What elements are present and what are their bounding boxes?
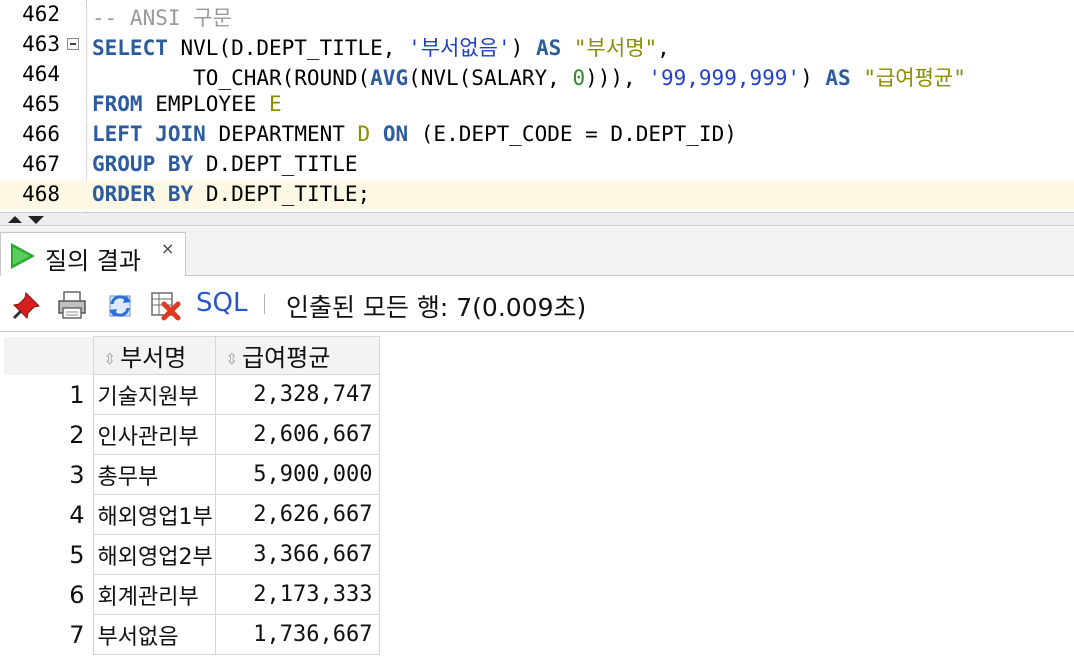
row-number: 3	[4, 454, 93, 495]
code-text: TO_CHAR(ROUND(AVG(NVL(SALARY, 0))), '99,…	[92, 66, 966, 90]
refresh-icon[interactable]	[104, 290, 134, 320]
table-row[interactable]: 1 기술지원부 2,328,747	[4, 374, 380, 415]
line-number: 465	[22, 92, 60, 116]
line-number: 463	[22, 32, 60, 56]
row-number: 1	[4, 374, 93, 415]
code-line[interactable]: 463 SELECT NVL(D.DEPT_TITLE, '부서없음') AS …	[0, 30, 1074, 60]
splitter-up-arrow-icon[interactable]	[8, 216, 22, 223]
cell-avg[interactable]: 5,900,000	[214, 454, 380, 495]
tab-label: 질의 결과	[45, 247, 141, 275]
row-number-header	[4, 336, 93, 375]
result-table: ⇳ 부서명 ⇳ 급여평균 1 기술지원부 2,328,747 2 인사관리부 2,6…	[4, 336, 380, 655]
line-number: 464	[22, 62, 60, 86]
splitter-down-arrow-icon[interactable]	[28, 216, 44, 224]
fetch-status-text: 인출된 모든 행: 7(0.009초)	[286, 293, 587, 322]
column-header-dept[interactable]: ⇳ 부서명	[92, 336, 216, 375]
code-line-current[interactable]: 468 ORDER BY D.DEPT_TITLE;	[0, 180, 1074, 210]
cell-avg[interactable]: 2,626,667	[214, 494, 380, 535]
table-row[interactable]: 2 인사관리부 2,606,667	[4, 414, 380, 455]
line-number: 467	[22, 152, 60, 176]
code-comment: -- ANSI 구문	[92, 6, 232, 30]
result-grid[interactable]: ⇳ 부서명 ⇳ 급여평균 1 기술지원부 2,328,747 2 인사관리부 2,6…	[0, 332, 1074, 660]
run-play-icon-highlight	[13, 247, 30, 265]
row-number: 2	[4, 414, 93, 455]
table-row[interactable]: 5 해외영업2부 3,366,667	[4, 534, 380, 575]
sql-button[interactable]: SQL	[196, 288, 247, 318]
tab-query-result[interactable]: 질의 결과 ×	[0, 232, 186, 276]
code-text: ORDER BY D.DEPT_TITLE;	[92, 182, 371, 206]
print-icon[interactable]	[56, 290, 86, 320]
tab-close-icon[interactable]: ×	[161, 239, 174, 258]
cell-dept[interactable]: 총무부	[92, 454, 216, 495]
row-number: 6	[4, 574, 93, 615]
sql-editor[interactable]: 462 -- ANSI 구문 463 SELECT NVL(D.DEPT_TIT…	[0, 0, 1074, 212]
sort-icon[interactable]: ⇳	[226, 351, 239, 367]
line-number: 468	[22, 182, 60, 206]
result-tabbar: 질의 결과 ×	[0, 226, 1074, 276]
cell-dept[interactable]: 해외영업1부	[92, 494, 216, 535]
cell-dept[interactable]: 인사관리부	[92, 414, 216, 455]
pane-splitter[interactable]	[0, 212, 1074, 226]
cell-dept[interactable]: 기술지원부	[92, 374, 216, 415]
cell-dept[interactable]: 회계관리부	[92, 574, 216, 615]
sort-icon[interactable]: ⇳	[104, 351, 117, 367]
code-line[interactable]: 466 LEFT JOIN DEPARTMENT D ON (E.DEPT_CO…	[0, 120, 1074, 150]
code-line[interactable]: 465 FROM EMPLOYEE E	[0, 90, 1074, 120]
cell-avg[interactable]: 2,173,333	[214, 574, 380, 615]
cell-avg[interactable]: 3,366,667	[214, 534, 380, 575]
cell-avg[interactable]: 1,736,667	[214, 614, 380, 655]
cell-avg[interactable]: 2,606,667	[214, 414, 380, 455]
row-number: 5	[4, 534, 93, 575]
row-number: 4	[4, 494, 93, 535]
fold-collapse-icon[interactable]	[67, 38, 79, 50]
column-header-avg[interactable]: ⇳ 급여평균	[214, 336, 380, 375]
delete-icon[interactable]	[150, 290, 181, 321]
result-toolbar: SQL 인출된 모든 행: 7(0.009초)	[0, 276, 1074, 332]
line-number: 462	[22, 2, 60, 26]
cell-dept[interactable]: 해외영업2부	[92, 534, 216, 575]
table-row[interactable]: 7 부서없음 1,736,667	[4, 614, 380, 655]
pin-icon[interactable]	[12, 290, 42, 320]
code-text: GROUP BY D.DEPT_TITLE	[92, 152, 358, 176]
line-number: 466	[22, 122, 60, 146]
code-line[interactable]: 467 GROUP BY D.DEPT_TITLE	[0, 150, 1074, 180]
table-row[interactable]: 6 회계관리부 2,173,333	[4, 574, 380, 615]
column-header-label: 부서명	[120, 344, 187, 372]
table-row[interactable]: 4 해외영업1부 2,626,667	[4, 494, 380, 535]
table-header-row: ⇳ 부서명 ⇳ 급여평균	[4, 336, 380, 375]
row-number: 7	[4, 614, 93, 655]
code-line[interactable]: 462 -- ANSI 구문	[0, 0, 1074, 30]
column-header-label: 급여평균	[242, 344, 331, 372]
code-line[interactable]: 464 TO_CHAR(ROUND(AVG(NVL(SALARY, 0))), …	[0, 60, 1074, 90]
toolbar-divider	[264, 294, 265, 314]
table-row[interactable]: 3 총무부 5,900,000	[4, 454, 380, 495]
code-text: FROM EMPLOYEE E	[92, 92, 282, 116]
code-text: SELECT NVL(D.DEPT_TITLE, '부서없음') AS "부서명…	[92, 36, 670, 60]
cell-dept[interactable]: 부서없음	[92, 614, 216, 655]
code-text: LEFT JOIN DEPARTMENT D ON (E.DEPT_CODE =…	[92, 122, 737, 146]
cell-avg[interactable]: 2,328,747	[214, 374, 380, 415]
